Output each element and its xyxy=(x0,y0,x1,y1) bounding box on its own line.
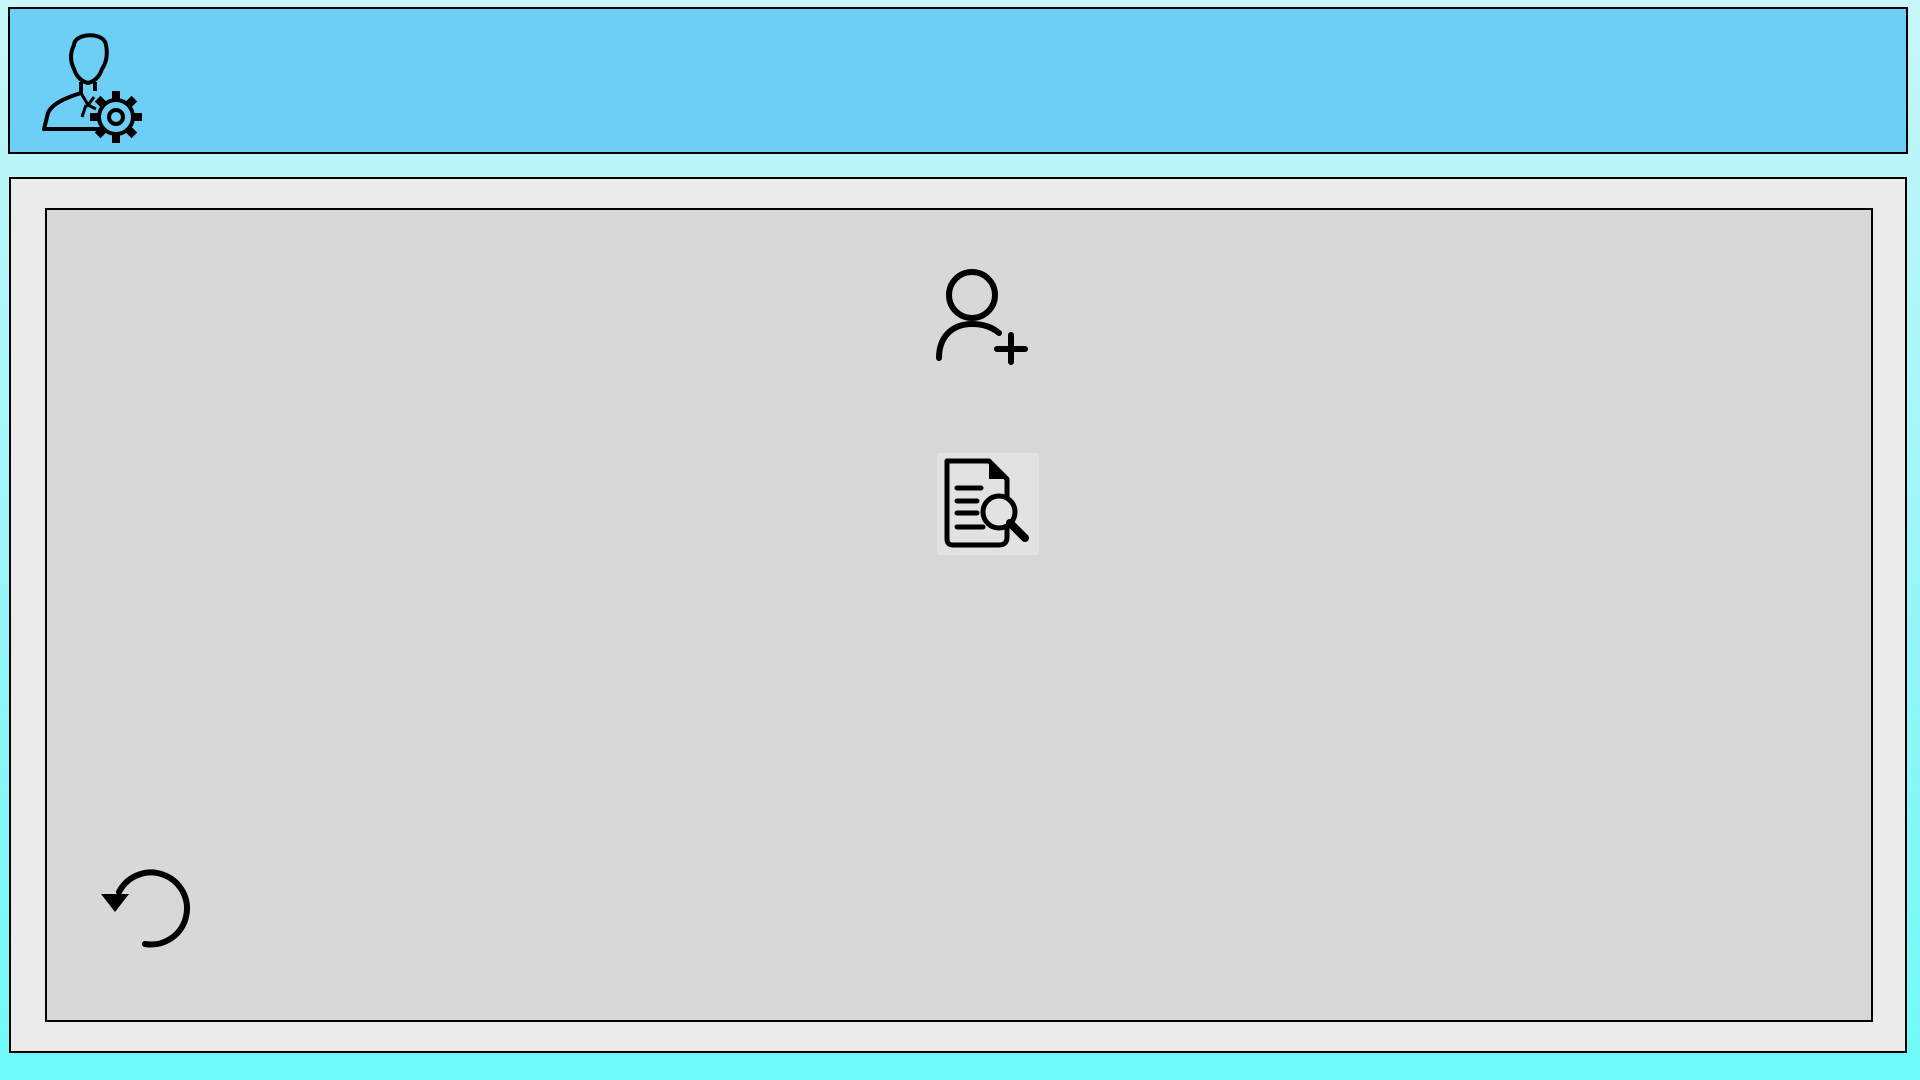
document-search-icon[interactable] xyxy=(937,453,1039,555)
app-root: { "header": { "icon": "user-settings-ico… xyxy=(0,0,1920,1080)
main-panel xyxy=(45,208,1873,1022)
user-settings-icon[interactable] xyxy=(26,25,146,145)
main-frame xyxy=(9,177,1907,1053)
add-user-icon[interactable] xyxy=(927,261,1037,371)
undo-icon[interactable] xyxy=(89,840,199,950)
header-bar xyxy=(8,7,1908,154)
